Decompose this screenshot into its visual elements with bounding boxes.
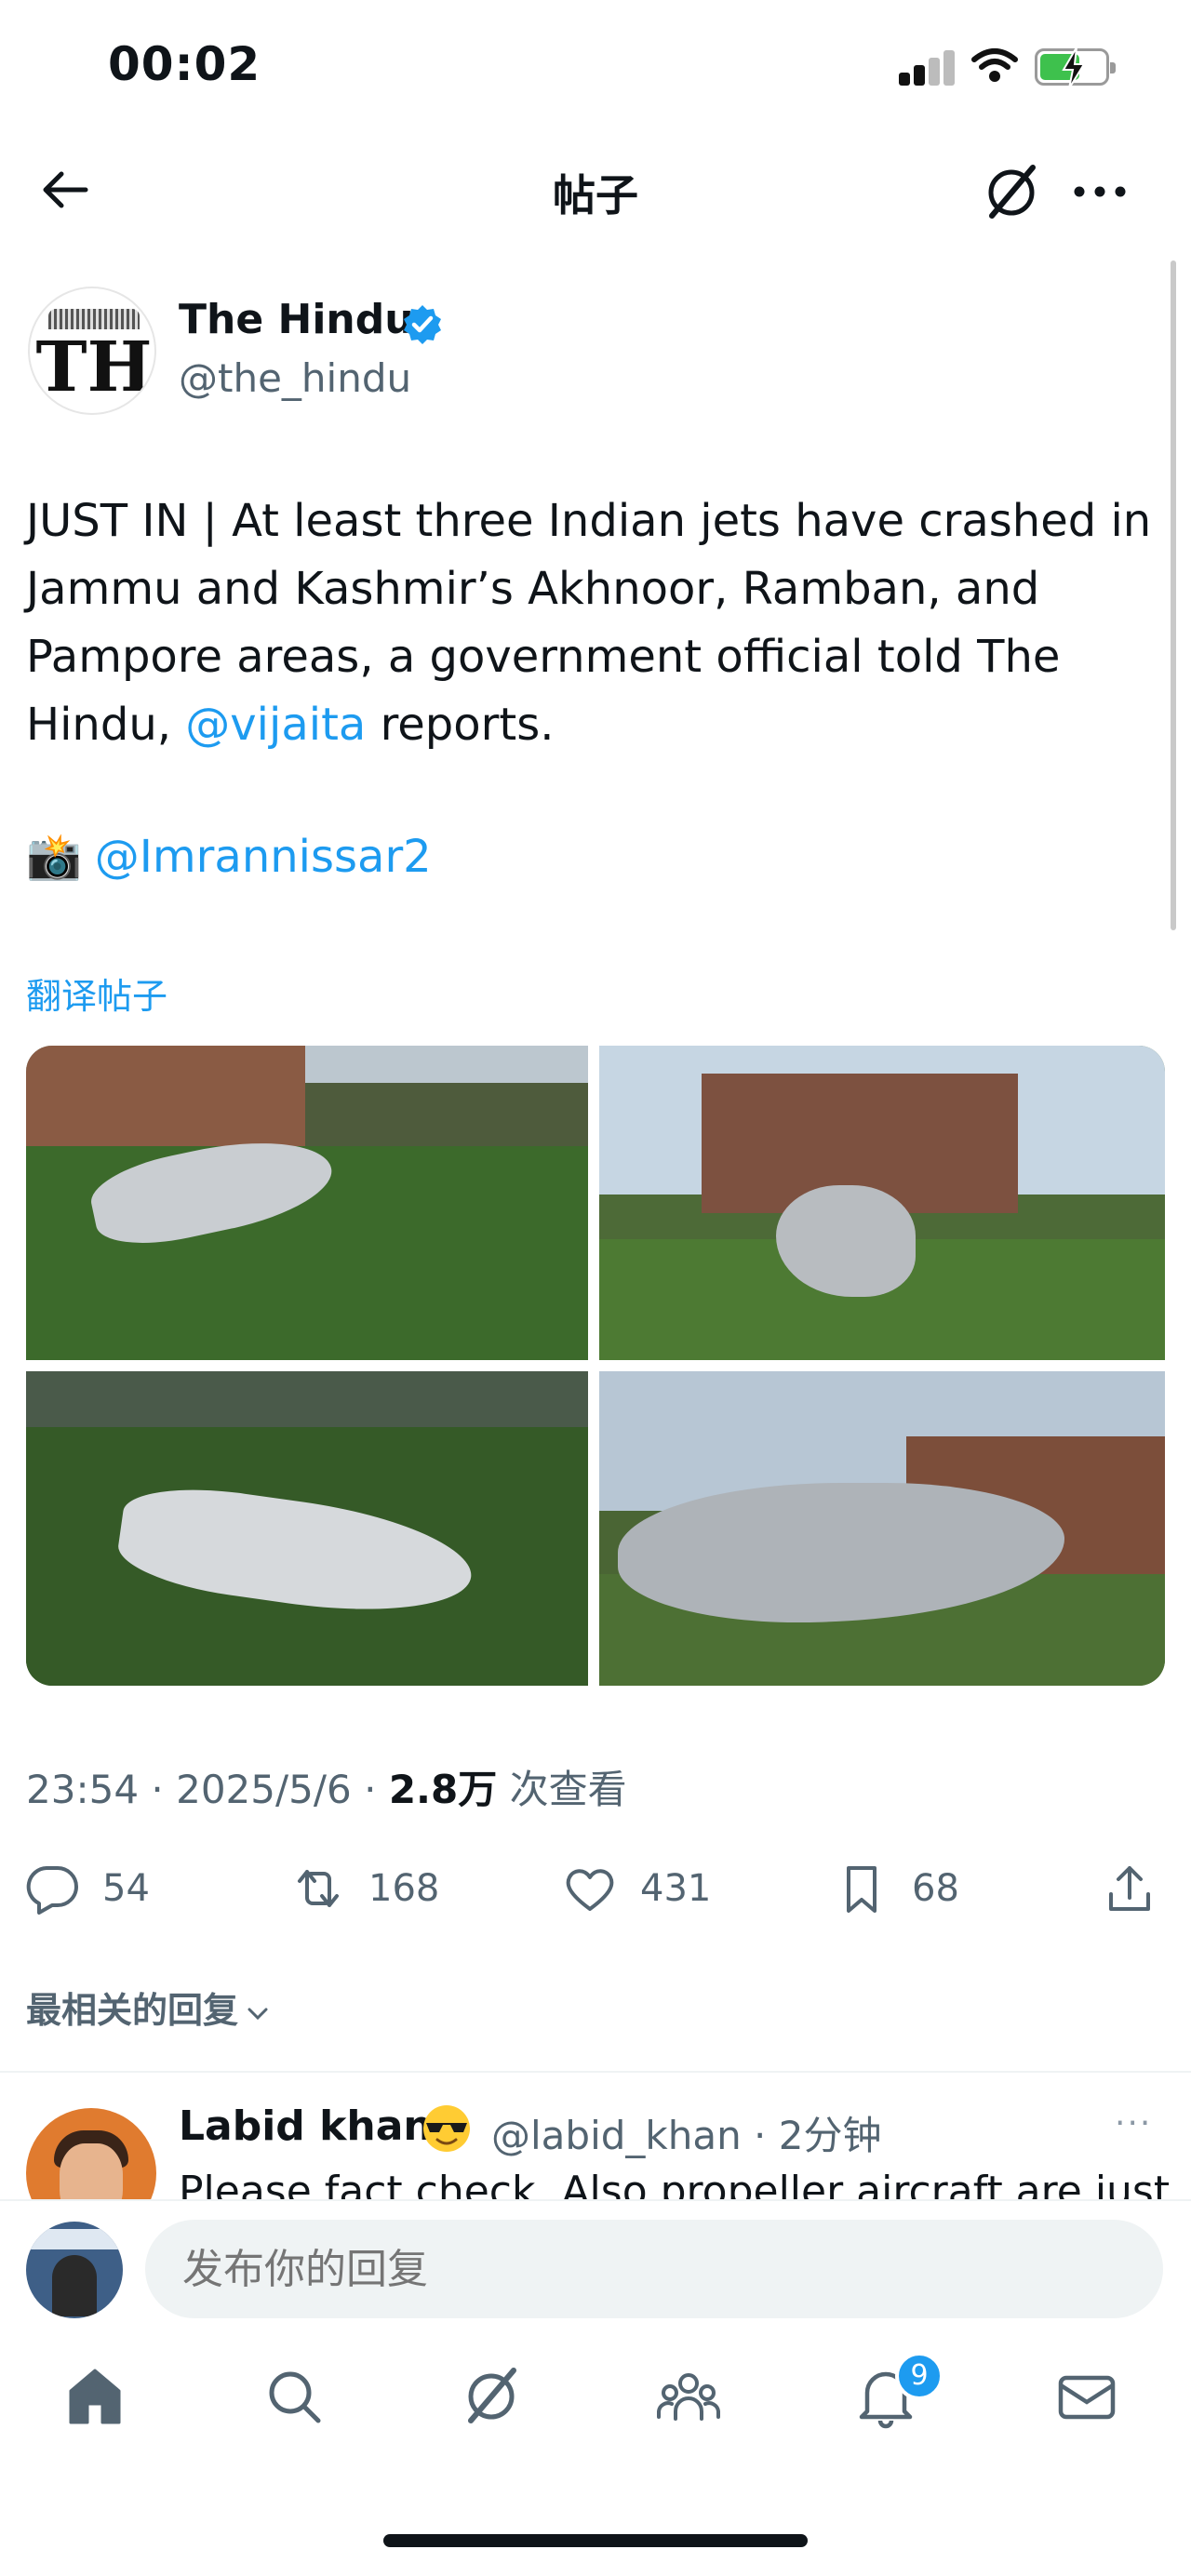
reply-input[interactable] (145, 2220, 1163, 2318)
reply-text: Please fact check. Also propeller aircra… (179, 2168, 1171, 2199)
post-image-4[interactable] (599, 1371, 1165, 1686)
views-label: 次查看 (509, 1767, 627, 1812)
grok-icon (468, 2368, 516, 2423)
wifi-icon (971, 48, 1018, 82)
mention-link[interactable]: @vijaita (185, 699, 366, 751)
nav-header: 帖子 (0, 140, 1191, 242)
my-avatar[interactable] (26, 2222, 123, 2318)
status-time: 00:02 (108, 37, 261, 91)
mail-icon (1058, 2375, 1116, 2420)
view-count: 2.8万 (388, 1767, 498, 1812)
bookmark-button[interactable]: 68 (834, 1859, 959, 1918)
reply-more-icon[interactable]: ··· (1115, 2104, 1152, 2142)
cellular-signal-icon (899, 48, 958, 86)
post-text: JUST IN | At least three Indian jets hav… (26, 487, 1152, 759)
reply-composer (0, 2199, 1191, 2329)
search-icon (269, 2371, 321, 2423)
post-meta: 23:54 · 2025/5/6 · 2.8万 次查看 (26, 1767, 627, 1812)
tab-home[interactable] (61, 2363, 136, 2437)
share-icon (1109, 1866, 1150, 1911)
grok-icon[interactable] (981, 162, 1042, 223)
home-icon (69, 2369, 121, 2424)
post-time: 23:54 (26, 1767, 140, 1812)
bookmark-icon (847, 1866, 877, 1913)
reply-author-name[interactable]: Labid khan (179, 2102, 433, 2150)
status-bar: 00:02 (0, 0, 1191, 130)
reply-icon (26, 1866, 78, 1915)
sunglasses-emoji-icon (423, 2105, 470, 2152)
tab-messages[interactable] (1053, 2363, 1128, 2437)
divider (0, 2071, 1191, 2073)
replies-sort-label: 最相关的回复 (26, 1990, 239, 2031)
reply-item[interactable]: Labid khan @labid_khan · 2分钟 ··· Please … (0, 2093, 1191, 2199)
heart-icon (566, 1869, 614, 1911)
repost-count: 168 (368, 1867, 440, 1910)
post-text-tail: reports. (366, 699, 555, 751)
share-button[interactable] (1102, 1859, 1158, 1918)
tab-notifications[interactable]: 9 (852, 2352, 943, 2437)
author-handle[interactable]: @the_hindu (179, 355, 411, 401)
replies-sort-dropdown[interactable]: 最相关的回复 (26, 1982, 270, 2033)
photo-credit-mention[interactable]: @Imrannissar2 (95, 831, 432, 883)
translate-post-link[interactable]: 翻译帖子 (26, 968, 167, 1019)
post-image-2[interactable] (599, 1046, 1165, 1360)
tab-communities[interactable] (655, 2363, 729, 2437)
post-image-1[interactable] (26, 1046, 588, 1360)
like-count: 431 (640, 1867, 712, 1910)
author-avatar[interactable]: TH (28, 287, 156, 415)
bottom-tab-bar: 9 (0, 2344, 1191, 2484)
repost-button[interactable]: 168 (290, 1859, 439, 1918)
communities-icon (657, 2373, 720, 2421)
repost-icon (298, 1870, 339, 1907)
tab-grok[interactable] (458, 2363, 532, 2437)
post-image-3[interactable] (26, 1371, 588, 1686)
reply-count: 54 (102, 1867, 150, 1910)
notification-badge: 9 (895, 2352, 943, 2400)
scrollbar[interactable] (1171, 260, 1176, 930)
post-date: 2025/5/6 (176, 1767, 352, 1812)
chevron-down-icon (248, 2008, 268, 2020)
like-button[interactable]: 431 (562, 1859, 711, 1918)
author-name[interactable]: The Hindu (179, 296, 414, 343)
reply-button[interactable]: 54 (24, 1859, 150, 1918)
battery-icon (1035, 47, 1116, 88)
reply-avatar[interactable] (26, 2108, 156, 2199)
home-indicator (383, 2534, 808, 2547)
bookmark-count: 68 (912, 1867, 959, 1910)
verified-badge-icon (404, 305, 441, 344)
avatar-logo-text: TH (35, 327, 153, 407)
reply-handle-time: @labid_khan · 2分钟 (491, 2113, 882, 2158)
more-options-icon[interactable] (1070, 173, 1130, 210)
camera-emoji-icon: 📸 (26, 831, 82, 883)
photo-credit: 📸 @Imrannissar2 (26, 830, 432, 883)
tab-search[interactable] (261, 2363, 335, 2437)
